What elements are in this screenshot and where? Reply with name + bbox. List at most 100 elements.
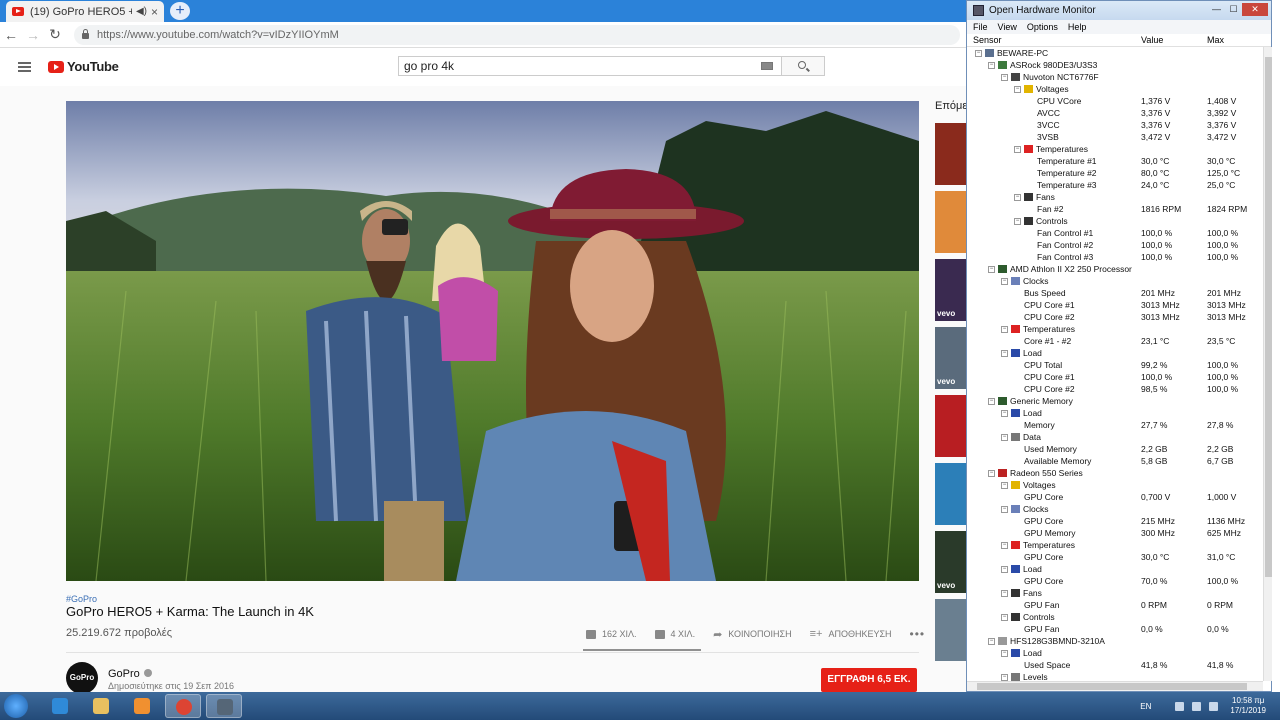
tree-node[interactable]: − Generic Memory [967, 395, 1263, 407]
sensor-row[interactable]: CPU VCore 1,376 V 1,408 V [967, 95, 1263, 107]
tree-node[interactable]: − ASRock 980DE3/U3S3 [967, 59, 1263, 71]
collapse-toggle-icon[interactable]: − [1001, 349, 1008, 357]
tree-node[interactable]: − Data [967, 431, 1263, 443]
sensor-row[interactable]: Bus Speed 201 MHz 201 MHz [967, 287, 1263, 299]
video-hashtag-link[interactable]: #GoPro [66, 594, 97, 604]
collapse-toggle-icon[interactable]: − [1001, 505, 1008, 513]
up-next-thumbnail[interactable] [935, 123, 966, 185]
tree-node[interactable]: − Controls [967, 611, 1263, 623]
tree-node[interactable]: − Load [967, 407, 1263, 419]
column-value[interactable]: Value [1141, 35, 1163, 45]
tree-node[interactable]: − HFS128G3BMND-3210A [967, 635, 1263, 647]
sensor-row[interactable]: Fan Control #3 100,0 % 100,0 % [967, 251, 1263, 263]
collapse-toggle-icon[interactable]: − [1001, 409, 1008, 417]
tree-node[interactable]: − BEWARE-PC [967, 47, 1263, 59]
sensor-row[interactable]: CPU Total 99,2 % 100,0 % [967, 359, 1263, 371]
url-input[interactable]: https://www.youtube.com/watch?v=vIDzYIIO… [74, 25, 960, 45]
tree-node[interactable]: − Clocks [967, 503, 1263, 515]
start-button[interactable] [4, 694, 28, 718]
sensor-row[interactable]: Fan #2 1816 RPM 1824 RPM [967, 203, 1263, 215]
menu-options[interactable]: Options [1027, 22, 1058, 32]
sensor-row[interactable]: GPU Fan 0,0 % 0,0 % [967, 623, 1263, 635]
close-window-button[interactable]: ✕ [1242, 3, 1268, 16]
sensor-row[interactable]: GPU Core 0,700 V 1,000 V [967, 491, 1263, 503]
collapse-toggle-icon[interactable]: − [1001, 433, 1008, 441]
tree-node[interactable]: − Fans [967, 587, 1263, 599]
tree-node[interactable]: − Controls [967, 215, 1263, 227]
collapse-toggle-icon[interactable]: − [1001, 565, 1008, 573]
collapse-toggle-icon[interactable]: − [1014, 85, 1021, 93]
collapse-toggle-icon[interactable]: − [1001, 649, 1008, 657]
horizontal-scrollbar[interactable] [967, 681, 1263, 691]
sensor-row[interactable]: 3VSB 3,472 V 3,472 V [967, 131, 1263, 143]
collapse-toggle-icon[interactable]: − [1001, 325, 1008, 333]
channel-avatar[interactable]: GoPro [66, 662, 98, 694]
sensor-row[interactable]: Fan Control #1 100,0 % 100,0 % [967, 227, 1263, 239]
up-next-thumbnail[interactable]: vevo [935, 327, 966, 389]
volume-icon[interactable] [1192, 701, 1202, 711]
column-sensor[interactable]: Sensor [973, 35, 1002, 45]
tree-node[interactable]: − Temperatures [967, 323, 1263, 335]
tree-node[interactable]: − Load [967, 347, 1263, 359]
up-next-thumbnail[interactable]: vevo [935, 259, 966, 321]
dislike-button[interactable]: 4 ΧΙΛ. [654, 629, 695, 639]
like-button[interactable]: 162 ΧΙΛ. [586, 629, 637, 639]
tree-node[interactable]: − Levels [967, 671, 1263, 681]
maximize-button[interactable]: ☐ [1225, 3, 1242, 16]
tree-node[interactable]: − Temperatures [967, 143, 1263, 155]
column-max[interactable]: Max [1207, 35, 1224, 45]
sensor-row[interactable]: Temperature #2 80,0 °C 125,0 °C [967, 167, 1263, 179]
collapse-toggle-icon[interactable]: − [1001, 73, 1008, 81]
tree-node[interactable]: − Radeon 550 Series [967, 467, 1263, 479]
sensor-row[interactable]: Temperature #1 30,0 °C 30,0 °C [967, 155, 1263, 167]
hscroll-thumb[interactable] [977, 683, 1247, 690]
clock[interactable]: 10:58 πμ 17/1/2019 [1230, 696, 1266, 716]
vertical-scrollbar[interactable] [1263, 47, 1272, 681]
language-indicator[interactable]: EN [1140, 702, 1151, 711]
close-tab-icon[interactable]: × [151, 5, 158, 19]
menu-icon[interactable] [18, 62, 31, 72]
speaker-icon[interactable]: ◀) [136, 6, 147, 17]
tree-node[interactable]: − Temperatures [967, 539, 1263, 551]
collapse-toggle-icon[interactable]: − [1014, 193, 1021, 201]
up-next-thumbnail[interactable] [935, 463, 966, 525]
taskbar-explorer-button[interactable] [83, 694, 119, 718]
tree-node[interactable]: − Voltages [967, 83, 1263, 95]
back-arrow-icon[interactable]: ← [0, 27, 22, 43]
collapse-toggle-icon[interactable]: − [988, 469, 995, 477]
sensor-row[interactable]: Used Memory 2,2 GB 2,2 GB [967, 443, 1263, 455]
search-button[interactable] [782, 56, 825, 76]
collapse-toggle-icon[interactable]: − [1014, 217, 1021, 225]
sensor-row[interactable]: CPU Core #1 3013 MHz 3013 MHz [967, 299, 1263, 311]
collapse-toggle-icon[interactable]: − [1001, 277, 1008, 285]
share-button[interactable]: ➦ ΚΟΙΝΟΠΟΙΗΣΗ [713, 628, 792, 641]
sensor-row[interactable]: Core #1 - #2 23,1 °C 23,5 °C [967, 335, 1263, 347]
collapse-toggle-icon[interactable]: − [988, 265, 995, 273]
up-next-thumbnail[interactable] [935, 395, 966, 457]
new-tab-button[interactable]: + [170, 2, 190, 20]
sensor-row[interactable]: 3VCC 3,376 V 3,376 V [967, 119, 1263, 131]
collapse-toggle-icon[interactable]: − [1001, 613, 1008, 621]
collapse-toggle-icon[interactable]: − [1001, 589, 1008, 597]
video-player[interactable] [66, 101, 919, 581]
sensor-row[interactable]: Available Memory 5,8 GB 6,7 GB [967, 455, 1263, 467]
minimize-button[interactable]: — [1208, 3, 1225, 16]
reload-icon[interactable]: ↻ [44, 26, 66, 43]
tree-node[interactable]: − Nuvoton NCT6776F [967, 71, 1263, 83]
sensor-row[interactable]: CPU Core #2 3013 MHz 3013 MHz [967, 311, 1263, 323]
sensor-row[interactable]: Used Space 41,8 % 41,8 % [967, 659, 1263, 671]
collapse-toggle-icon[interactable]: − [988, 637, 995, 645]
forward-arrow-icon[interactable]: → [22, 27, 44, 43]
tree-node[interactable]: − AMD Athlon II X2 250 Processor [967, 263, 1263, 275]
taskbar-hardware-monitor-button[interactable] [206, 694, 242, 718]
menu-help[interactable]: Help [1068, 22, 1087, 32]
network-icon[interactable] [1175, 701, 1185, 711]
more-actions-button[interactable]: ••• [910, 627, 926, 641]
sensor-row[interactable]: Fan Control #2 100,0 % 100,0 % [967, 239, 1263, 251]
collapse-toggle-icon[interactable]: − [975, 49, 982, 57]
sensor-row[interactable]: GPU Core 30,0 °C 31,0 °C [967, 551, 1263, 563]
flag-icon[interactable] [1209, 701, 1219, 711]
youtube-logo[interactable]: YouTube [48, 59, 119, 74]
sensor-row[interactable]: AVCC 3,376 V 3,392 V [967, 107, 1263, 119]
browser-tab-youtube[interactable]: (19) GoPro HERO5 + Karma ◀) × [6, 1, 164, 22]
